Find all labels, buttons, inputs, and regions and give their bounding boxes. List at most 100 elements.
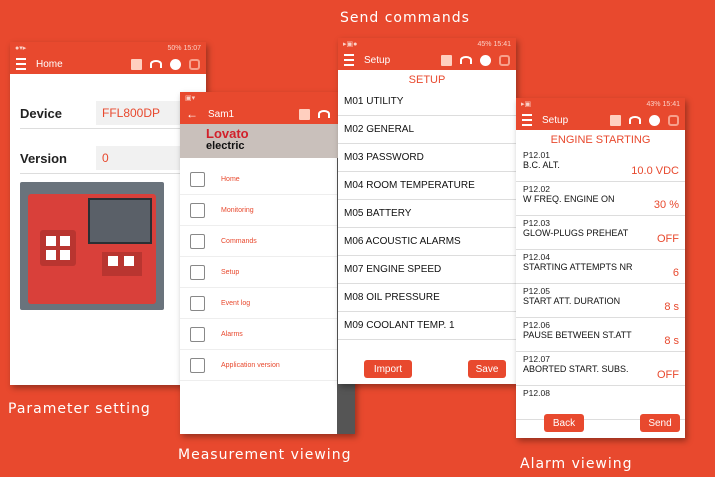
nav-item-label: Application version — [221, 361, 280, 369]
caption-alarm-viewing: Alarm viewing — [520, 456, 633, 472]
plug-icon — [189, 58, 200, 70]
monitor-icon[interactable] — [131, 58, 142, 70]
setup-menu-item[interactable]: M09 COOLANT TEMP. 1 — [338, 312, 516, 340]
wifi-icon — [150, 60, 162, 68]
commands-icon — [190, 233, 205, 249]
parameter-code: P12.02 — [523, 184, 550, 194]
event-log-icon — [190, 295, 205, 311]
setup-menu-item[interactable]: M07 ENGINE SPEED — [338, 256, 516, 284]
parameter-name: ABORTED START. SUBS. — [523, 364, 629, 374]
status-dot-icon — [649, 114, 660, 126]
nav-item-label: Setup — [221, 268, 240, 276]
parameter-value: OFF — [657, 369, 679, 381]
save-button[interactable]: Save — [468, 360, 506, 378]
engine-starting-heading: ENGINE STARTING — [550, 134, 651, 146]
version-label: Version — [20, 150, 67, 166]
parameter-code: P12.05 — [523, 286, 550, 296]
send-button[interactable]: Send — [640, 414, 680, 432]
parameter-row[interactable]: P12.02 W FREQ. ENGINE ON 30 % — [516, 182, 685, 216]
setup-menu-item[interactable]: M04 ROOM TEMPERATURE — [338, 172, 516, 200]
parameter-value: 8 s — [664, 301, 679, 313]
setup-icon — [190, 264, 205, 280]
wifi-icon — [629, 116, 641, 124]
parameter-value: 6 — [672, 267, 679, 279]
app-bar: ← Sam1 — [180, 104, 355, 124]
phone-alarm-viewing: ▸▣ 43% 15:41 Setup ENGINE STARTING P12.01… — [516, 98, 685, 438]
app-title: Sam1 — [208, 108, 235, 120]
setup-menu-item[interactable]: M06 ACOUSTIC ALARMS — [338, 228, 516, 256]
monitor-icon[interactable] — [441, 54, 452, 66]
monitor-icon[interactable] — [610, 114, 621, 126]
status-bar: ▣▾50 — [180, 92, 355, 104]
setup-menu-list: M01 UTILITY M02 GENERAL M03 PASSWORD M04 RO… — [338, 88, 516, 340]
device-row: Device FFL800DP — [20, 98, 196, 129]
app-title: Setup — [542, 114, 569, 126]
parameter-code: P12.03 — [523, 218, 550, 228]
phone-send-commands: ▸▣● 45% 15:41 Setup SETUP M01 UTILITY M02 … — [338, 38, 516, 384]
logo-banner: Lovato electric — [180, 124, 355, 158]
monitoring-icon — [190, 202, 205, 218]
app-bar: Setup — [338, 50, 516, 70]
logo-line1: Lovato — [206, 126, 249, 141]
parameter-name: START ATT. DURATION — [523, 296, 621, 306]
setup-heading: SETUP — [408, 74, 446, 86]
parameter-row[interactable]: P12.01 B.C. ALT. 10.0 VDC — [516, 148, 685, 182]
home-icon — [190, 171, 205, 187]
parameter-row[interactable]: P12.05 START ATT. DURATION 8 s — [516, 284, 685, 318]
parameter-row[interactable]: P12.04 STARTING ATTEMPTS NR 6 — [516, 250, 685, 284]
parameter-name: GLOW-PLUGS PREHEAT — [523, 228, 629, 238]
parameter-row[interactable]: P12.07 ABORTED START. SUBS. OFF — [516, 352, 685, 386]
menu-icon[interactable] — [522, 114, 532, 126]
nav-item[interactable]: Alarms — [180, 319, 355, 350]
back-button[interactable]: Back — [544, 414, 584, 432]
status-dot-icon — [170, 58, 181, 70]
setup-menu-item[interactable]: M03 PASSWORD — [338, 144, 516, 172]
caption-send-commands: Send commands — [340, 10, 470, 26]
nav-item[interactable]: Commands — [180, 226, 355, 257]
caption-measurement-viewing: Measurement viewing — [178, 447, 352, 463]
menu-icon[interactable] — [344, 54, 354, 66]
phone-measurement-viewing: ▣▾50 ← Sam1 Lovato electric Home Monitori… — [180, 92, 355, 434]
status-bar: ▸▣● 45% 15:41 — [338, 38, 516, 50]
parameter-row[interactable]: P12.06 PAUSE BETWEEN ST.ATT 8 s — [516, 318, 685, 352]
nav-item-label: Alarms — [221, 330, 243, 338]
status-dot-icon — [480, 54, 491, 66]
wifi-icon — [460, 56, 472, 64]
app-bar: Setup — [516, 110, 685, 130]
nav-item[interactable]: Home — [180, 164, 355, 195]
wifi-icon — [318, 110, 330, 118]
lovato-logo: Lovato electric — [206, 126, 249, 152]
plug-icon — [499, 54, 510, 66]
app-title: Setup — [364, 54, 391, 66]
app-title: Home — [36, 58, 63, 70]
import-button[interactable]: Import — [364, 360, 412, 378]
plug-icon — [668, 114, 679, 126]
logo-line2: electric — [206, 140, 245, 152]
setup-menu-item[interactable]: M01 UTILITY — [338, 88, 516, 116]
caption-parameter-setting: Parameter setting — [8, 401, 151, 417]
side-nav: Home Monitoring Commands Setup Event log Alar… — [180, 164, 355, 381]
device-label: Device — [20, 105, 62, 121]
setup-menu-item[interactable]: M08 OIL PRESSURE — [338, 284, 516, 312]
back-arrow-icon[interactable]: ← — [186, 107, 198, 121]
setup-menu-item[interactable]: M05 BATTERY — [338, 200, 516, 228]
nav-item-label: Home — [221, 175, 240, 183]
version-row: Version 0 — [20, 143, 196, 174]
status-bar: ▸▣ 43% 15:41 — [516, 98, 685, 110]
alarms-icon — [190, 326, 205, 342]
monitor-icon[interactable] — [299, 108, 310, 120]
parameter-value: 30 % — [653, 199, 679, 211]
parameter-code: P12.06 — [523, 320, 550, 330]
parameter-code: P12.07 — [523, 354, 550, 364]
nav-item[interactable]: Event log — [180, 288, 355, 319]
parameter-row[interactable]: P12.03 GLOW-PLUGS PREHEAT OFF — [516, 216, 685, 250]
menu-icon[interactable] — [16, 58, 26, 70]
controller-device-image — [20, 182, 164, 310]
parameter-name: PAUSE BETWEEN ST.ATT — [523, 330, 632, 340]
parameter-list: P12.01 B.C. ALT. 10.0 VDC P12.02 W FREQ. ENG… — [516, 148, 685, 420]
nav-item[interactable]: Monitoring — [180, 195, 355, 226]
nav-item[interactable]: Application version — [180, 350, 355, 381]
nav-item[interactable]: Setup — [180, 257, 355, 288]
setup-menu-item[interactable]: M02 GENERAL — [338, 116, 516, 144]
info-icon — [190, 357, 205, 373]
